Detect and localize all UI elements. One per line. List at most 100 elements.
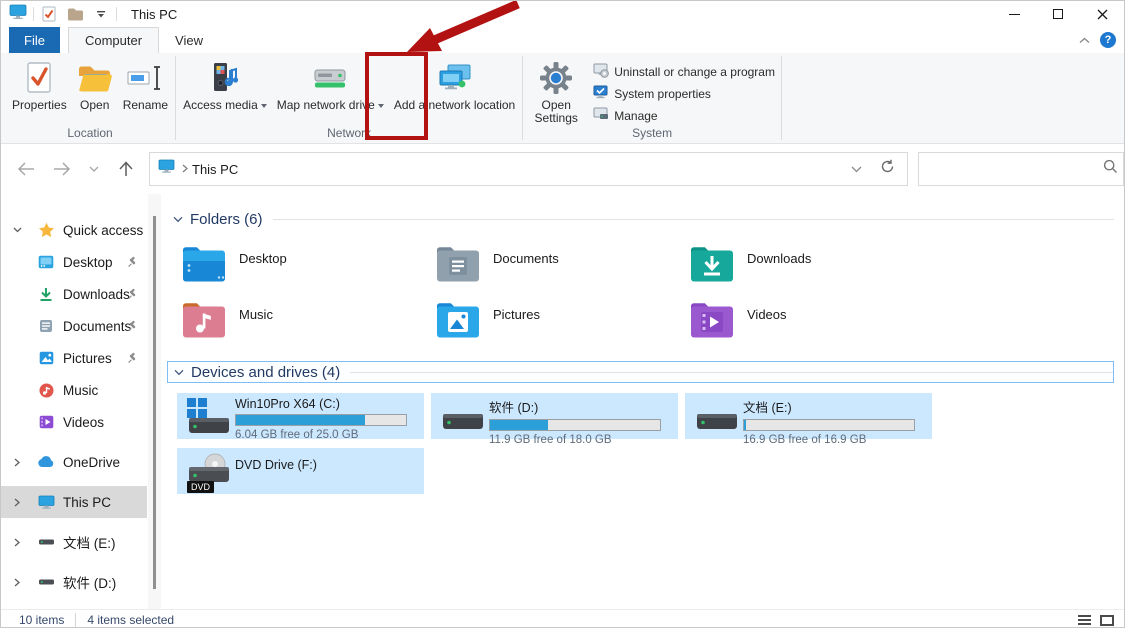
large-icons-view-icon[interactable] — [1100, 615, 1114, 626]
map-network-drive-button[interactable]: Map network drive — [272, 55, 389, 113]
sidebar-item-pictures[interactable]: Pictures — [1, 342, 161, 374]
search-input[interactable] — [927, 162, 1103, 177]
help-icon[interactable]: ? — [1100, 32, 1116, 48]
folder-tile-downloads[interactable]: Downloads — [685, 241, 932, 291]
breadcrumb-this-pc[interactable]: This PC — [192, 162, 238, 177]
details-view-icon[interactable] — [1078, 615, 1091, 625]
sidebar-item-drive-e[interactable]: 文档 (E:) — [1, 526, 161, 558]
collapse-ribbon-icon[interactable] — [1079, 31, 1090, 49]
system-properties-button[interactable]: System properties — [589, 83, 779, 104]
scrollbar-thumb[interactable] — [153, 216, 156, 589]
this-pc-icon — [37, 495, 55, 510]
open-button[interactable]: Open — [72, 55, 118, 113]
properties-button[interactable]: Properties — [7, 55, 72, 113]
drive-tile-e[interactable]: 文档 (E:) 16.9 GB free of 16.9 GB — [685, 393, 932, 439]
open-settings-button[interactable]: Open Settings — [525, 55, 587, 126]
window-title: This PC — [131, 7, 177, 22]
drive-tile-d[interactable]: 软件 (D:) 11.9 GB free of 18.0 GB — [431, 393, 678, 439]
downloads-folder-icon — [689, 244, 735, 288]
tab-view[interactable]: View — [159, 27, 219, 53]
recent-locations-dropdown[interactable] — [87, 158, 101, 180]
sidebar-item-onedrive[interactable]: OneDrive — [1, 446, 161, 478]
uninstall-icon — [593, 63, 609, 81]
group-label-system: System — [525, 126, 779, 143]
search-box[interactable] — [918, 152, 1124, 186]
folder-tile-desktop[interactable]: Desktop — [177, 241, 424, 291]
chevron-right-icon[interactable] — [11, 538, 23, 547]
network-drive-icon — [311, 59, 349, 97]
sidebar-item-downloads[interactable]: Downloads — [1, 278, 161, 310]
chevron-down-icon[interactable] — [11, 227, 23, 233]
status-bar: 10 items 4 items selected — [1, 609, 1124, 628]
search-icon[interactable] — [1103, 159, 1118, 179]
folder-tile-pictures[interactable]: Pictures — [431, 297, 678, 347]
manage-button[interactable]: Manage — [589, 105, 779, 126]
chevron-right-icon[interactable] — [11, 498, 23, 507]
qat-customize-dropdown[interactable] — [92, 5, 110, 23]
title-bar: This PC — [1, 1, 1124, 27]
sidebar-item-music[interactable]: Music — [1, 374, 161, 406]
chevron-down-icon[interactable] — [173, 210, 183, 228]
drives-grid: Win10Pro X64 (C:) 6.04 GB free of 25.0 G… — [177, 393, 1120, 494]
properties-icon — [25, 59, 53, 97]
sidebar-item-documents[interactable]: Documents — [1, 310, 161, 342]
chevron-down-icon[interactable] — [174, 363, 184, 381]
settings-gear-icon — [539, 59, 573, 97]
folder-tile-music[interactable]: Music — [177, 297, 424, 347]
maximize-button[interactable] — [1036, 1, 1080, 27]
uninstall-program-button[interactable]: Uninstall or change a program — [589, 61, 779, 82]
ribbon-group-system: Open Settings Uninstall or change a prog… — [525, 53, 779, 143]
media-server-icon — [208, 59, 242, 97]
desktop-folder-icon — [181, 244, 227, 288]
item-count: 10 items — [19, 613, 64, 627]
folders-section-header[interactable]: Folders (6) — [167, 208, 1114, 230]
drive-tile-c[interactable]: Win10Pro X64 (C:) 6.04 GB free of 25.0 G… — [177, 393, 424, 439]
star-icon — [37, 222, 55, 238]
qat-properties-button[interactable] — [40, 5, 58, 23]
capacity-bar — [235, 414, 407, 426]
pin-icon — [127, 319, 138, 334]
forward-button[interactable] — [51, 158, 73, 180]
close-button[interactable] — [1080, 1, 1124, 27]
qat-folder-button[interactable] — [66, 5, 84, 23]
sidebar-scrollbar[interactable] — [148, 194, 161, 609]
divider — [350, 372, 1113, 373]
dvd-drive-icon: DVD — [185, 451, 235, 491]
navigation-pane: Quick access Desktop Downloads Documents… — [1, 194, 161, 609]
back-button[interactable] — [15, 158, 37, 180]
capacity-bar — [489, 419, 661, 431]
ribbon-divider — [522, 56, 523, 140]
tab-file[interactable]: File — [9, 27, 60, 53]
this-pc-app-icon — [9, 4, 27, 25]
sidebar-item-drive-d[interactable]: 软件 (D:) — [1, 566, 161, 598]
address-dropdown-icon[interactable] — [851, 160, 862, 178]
address-bar[interactable]: This PC — [149, 152, 908, 186]
music-icon — [37, 383, 55, 398]
sidebar-item-videos[interactable]: Videos — [1, 406, 161, 438]
drive-tile-dvd[interactable]: DVD DVD Drive (F:) — [177, 448, 424, 494]
sidebar-item-quick-access[interactable]: Quick access — [1, 214, 161, 246]
up-button[interactable] — [115, 158, 137, 180]
ribbon: Properties Open Rename Location — [1, 53, 1124, 144]
sidebar-item-this-pc[interactable]: This PC — [1, 486, 147, 518]
chevron-right-icon[interactable] — [11, 578, 23, 587]
devices-section-header[interactable]: Devices and drives (4) — [167, 361, 1114, 383]
minimize-button[interactable] — [992, 1, 1036, 27]
access-media-button[interactable]: Access media — [178, 55, 272, 113]
refresh-icon[interactable] — [880, 159, 895, 179]
add-network-location-button[interactable]: Add a network location — [389, 55, 520, 113]
this-pc-icon — [158, 159, 175, 179]
divider — [75, 613, 76, 627]
rename-button[interactable]: Rename — [118, 55, 173, 113]
sidebar-item-desktop[interactable]: Desktop — [1, 246, 161, 278]
chevron-right-icon[interactable] — [11, 458, 23, 467]
folder-tile-videos[interactable]: Videos — [685, 297, 932, 347]
drive-icon — [439, 396, 489, 436]
pictures-icon — [37, 351, 55, 365]
group-label-network: Network — [178, 126, 520, 143]
videos-icon — [37, 415, 55, 429]
capacity-bar — [743, 419, 915, 431]
documents-folder-icon — [435, 244, 481, 288]
folder-tile-documents[interactable]: Documents — [431, 241, 678, 291]
tab-computer[interactable]: Computer — [68, 27, 159, 53]
